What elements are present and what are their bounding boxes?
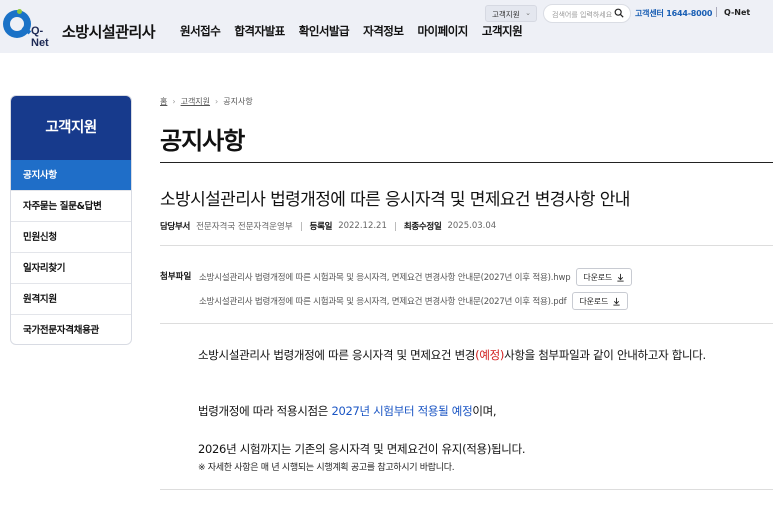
attachment-row: 소방시설관리사 법령개정에 따른 시험과목 및 응시자격, 면제요건 변경사항 … bbox=[199, 292, 629, 310]
download-button[interactable]: 다운로드 bbox=[576, 268, 633, 286]
body-paragraph: 소방시설관리사 법령개정에 따른 응시자격 및 면제요건 변경(예정)사항을 첨… bbox=[198, 347, 706, 363]
qnet-logo-mark-icon bbox=[3, 10, 31, 38]
body-text: 소방시설관리사 법령개정에 따른 응시자격 및 면제요건 변경 bbox=[198, 348, 476, 362]
util-select-value: 고객지원 bbox=[492, 10, 520, 19]
search-icon[interactable] bbox=[614, 8, 624, 18]
reg-date-label: 등록일 bbox=[309, 222, 333, 232]
body-text: 법령개정에 따라 적용시점은 bbox=[198, 404, 332, 418]
attachments-label: 첨부파일 bbox=[160, 272, 192, 282]
body-paragraph: 2026년 시험까지는 기존의 응시자격 및 면제요건이 유지(적용)됩니다. bbox=[198, 442, 526, 456]
nav-support[interactable]: 고객지원 bbox=[482, 23, 523, 39]
reg-date-value: 2022.12.21 bbox=[338, 221, 387, 231]
download-icon bbox=[613, 297, 620, 306]
nav-mypage[interactable]: 마이페이지 bbox=[417, 23, 468, 39]
breadcrumb: 홈 › 고객지원 › 공지사항 bbox=[160, 96, 253, 107]
post-title: 소방시설관리사 법령개정에 따른 응시자격 및 면제요건 변경사항 안내 bbox=[160, 190, 630, 210]
attachment-row: 소방시설관리사 법령개정에 따른 시험과목 및 응시자격, 면제요건 변경사항 … bbox=[199, 268, 633, 286]
site-header: Q-Net 소방시설관리사 원서접수 합격자발표 확인서발급 자격정보 마이페이… bbox=[0, 0, 773, 53]
mod-date-value: 2025.03.04 bbox=[447, 221, 497, 231]
body-highlight-blue: 2027년 시험부터 적용될 예정 bbox=[331, 404, 473, 418]
breadcrumb-chevron-icon: › bbox=[172, 97, 176, 106]
breadcrumb-current: 공지사항 bbox=[223, 97, 253, 106]
sidebar-item-petition[interactable]: 민원신청 bbox=[11, 222, 131, 253]
body-text: 사항을 첨부파일과 같이 안내하고자 합니다. bbox=[504, 348, 706, 362]
call-center-link[interactable]: 고객센터 1644-8000 bbox=[635, 8, 712, 19]
chevron-down-icon: ⌄ bbox=[525, 9, 531, 17]
logo-text: Q-Net bbox=[31, 25, 49, 49]
divider bbox=[160, 489, 773, 490]
body-note: ※ 자세한 사항은 매 년 시행되는 시행계획 공고를 참고하시기 바랍니다. bbox=[198, 463, 455, 473]
page-title: 공지사항 bbox=[160, 127, 245, 155]
dept-label: 담당부서 bbox=[160, 222, 191, 232]
logo-dot-icon bbox=[17, 9, 22, 14]
download-label: 다운로드 bbox=[583, 272, 613, 282]
nav-certificates[interactable]: 확인서발급 bbox=[299, 23, 350, 39]
sidebar-item-remote-support[interactable]: 원격지원 bbox=[11, 284, 131, 315]
util-divider bbox=[716, 7, 717, 17]
meta-divider bbox=[300, 221, 302, 231]
divider bbox=[160, 245, 773, 246]
nav-results[interactable]: 합격자발표 bbox=[234, 23, 285, 39]
sidebar-title: 고객지원 bbox=[11, 96, 131, 160]
breadcrumb-section[interactable]: 고객지원 bbox=[181, 96, 210, 107]
search-input[interactable]: 검색어를 입력하세요 bbox=[543, 4, 631, 23]
body-text: 이며, bbox=[472, 404, 497, 418]
post-meta: 담당부서 전문자격국 전문자격운영부 등록일 2022.12.21 최종수정일 … bbox=[160, 220, 504, 232]
meta-divider bbox=[394, 221, 396, 231]
sidebar-item-jobs[interactable]: 일자리찾기 bbox=[11, 253, 131, 284]
sidebar-item-recruitment[interactable]: 국가전문자격채용관 bbox=[11, 315, 131, 344]
dept-value: 전문자격국 전문자격운영부 bbox=[196, 222, 293, 232]
nav-apply[interactable]: 원서접수 bbox=[180, 23, 221, 39]
divider bbox=[160, 323, 773, 324]
download-icon bbox=[617, 273, 624, 282]
breadcrumb-home[interactable]: 홈 bbox=[160, 96, 167, 107]
main-nav: 원서접수 합격자발표 확인서발급 자격정보 마이페이지 고객지원 bbox=[180, 23, 536, 39]
sidebar-item-faq[interactable]: 자주묻는 질문&답변 bbox=[11, 191, 131, 222]
breadcrumb-chevron-icon: › bbox=[215, 97, 219, 106]
nav-qualification-info[interactable]: 자격정보 bbox=[363, 23, 404, 39]
sidebar-item-notices[interactable]: 공지사항 bbox=[11, 160, 131, 191]
body-paragraph: 법령개정에 따라 적용시점은 2027년 시험부터 적용될 예정이며, bbox=[198, 403, 497, 419]
download-label: 다운로드 bbox=[579, 296, 609, 306]
site-title[interactable]: 소방시설관리사 bbox=[62, 21, 156, 42]
qnet-logo[interactable]: Q-Net bbox=[3, 9, 55, 49]
mod-date-label: 최종수정일 bbox=[403, 222, 442, 232]
attachment-filename: 소방시설관리사 법령개정에 따른 시험과목 및 응시자격, 면제요건 변경사항 … bbox=[199, 297, 567, 307]
attachment-filename: 소방시설관리사 법령개정에 따른 시험과목 및 응시자격, 면제요건 변경사항 … bbox=[199, 273, 571, 283]
sidebar: 고객지원 공지사항 자주묻는 질문&답변 민원신청 일자리찾기 원격지원 국가전… bbox=[10, 95, 132, 345]
download-button[interactable]: 다운로드 bbox=[572, 292, 629, 310]
qnet-link[interactable]: Q-Net bbox=[724, 8, 750, 17]
divider bbox=[160, 162, 773, 163]
search-placeholder: 검색어를 입력하세요 bbox=[552, 11, 613, 19]
util-category-select[interactable]: 고객지원 ⌄ bbox=[485, 5, 537, 22]
body-highlight-red: (예정) bbox=[475, 348, 505, 362]
